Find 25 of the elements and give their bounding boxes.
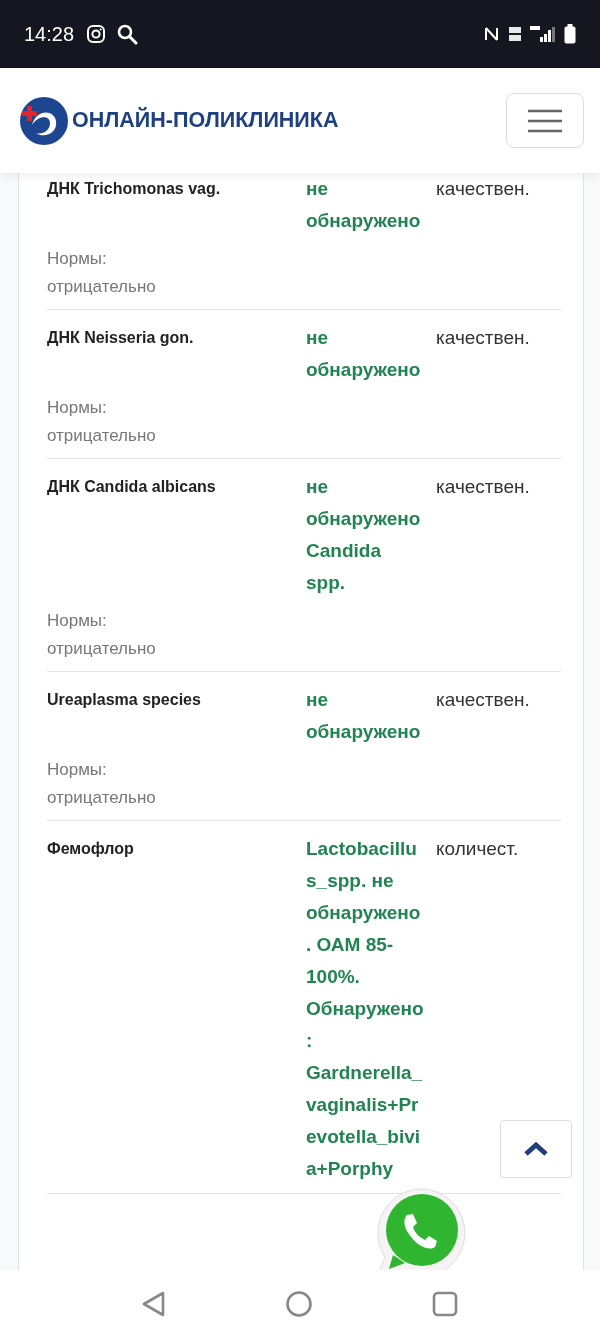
test-result: не обнаружено <box>306 177 422 233</box>
test-result: не обнаружено <box>306 326 422 382</box>
test-name: Фемофлор <box>47 839 135 859</box>
test-name: ДНК Trichomonas vag. <box>47 179 222 199</box>
test-name: ДНК Neisseria gon. <box>47 328 195 348</box>
test-result: не обнаружено Candida spp. <box>306 475 422 595</box>
norm-label: Нормы: <box>47 397 108 419</box>
test-unit: качествен. <box>436 475 531 499</box>
norm-label: Нормы: <box>47 759 108 781</box>
test-name: ДНК Candida albicans <box>47 477 217 497</box>
test-unit: качествен. <box>436 688 531 712</box>
norm-value: отрицательно <box>47 425 157 447</box>
test-unit: количест. <box>436 837 520 861</box>
status-time: 14:28 <box>24 22 75 46</box>
test-unit: качествен. <box>436 177 531 201</box>
test-name: Ureaplasma species <box>47 690 202 710</box>
test-result: не обнаружено <box>306 688 422 744</box>
norm-label: Нормы: <box>47 610 108 632</box>
test-unit: качествен. <box>436 326 531 350</box>
norm-label: Нормы: <box>47 248 108 270</box>
logo-text[interactable]: ОНЛАЙН-ПОЛИКЛИНИКА <box>72 108 339 133</box>
norm-value: отрицательно <box>47 276 157 298</box>
norm-value: отрицательно <box>47 638 157 660</box>
test-result: Lactobacillus_spp. не обнаружено. ОАМ 85-100%. Обнаружено: Gardnerella_vaginalis+Prevotella_bivia+Porphy <box>306 837 424 1181</box>
norm-value: отрицательно <box>47 787 157 809</box>
